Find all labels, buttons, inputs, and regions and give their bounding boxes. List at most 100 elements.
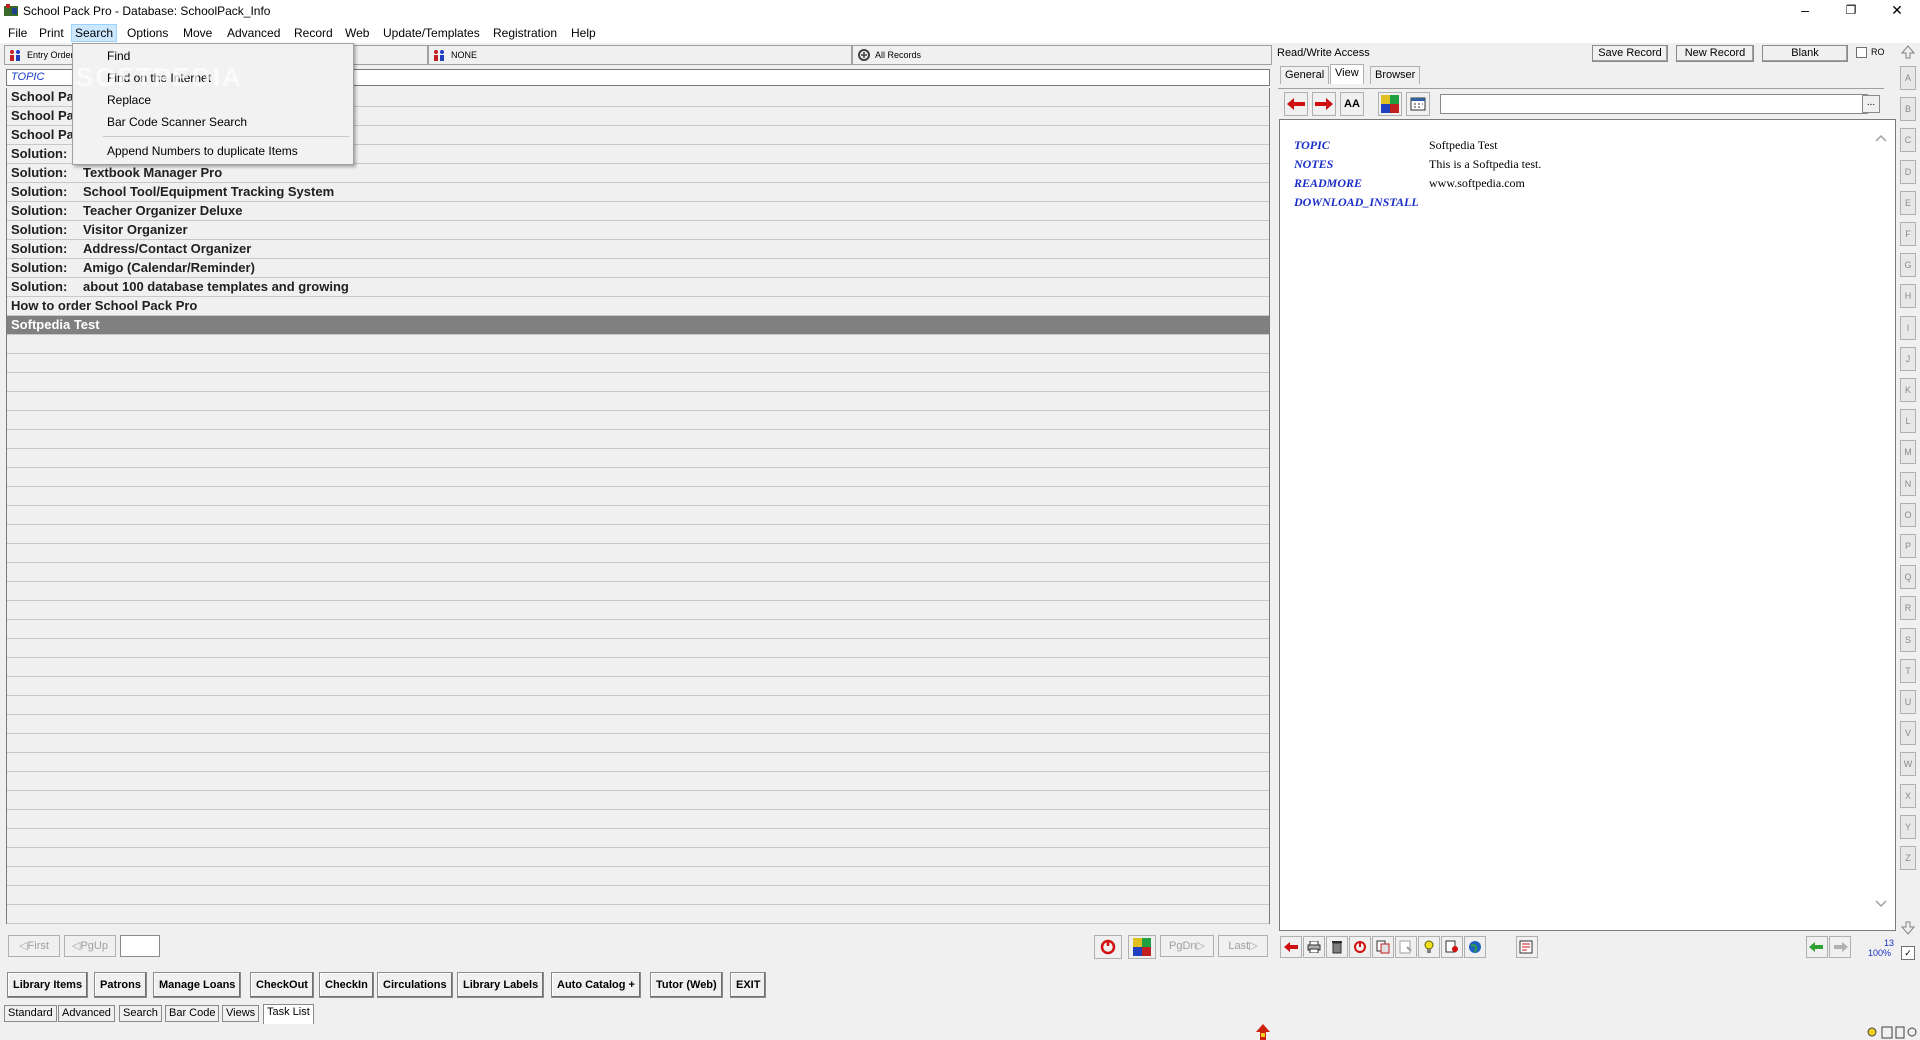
alpha-index-x[interactable]: X [1900, 783, 1916, 808]
back-button[interactable] [1280, 936, 1302, 958]
restore-button[interactable]: ❐ [1828, 0, 1874, 22]
read-only-checkbox[interactable] [1856, 47, 1867, 58]
pgdn-button[interactable]: PgDn▷ [1160, 935, 1214, 957]
empty-row[interactable] [7, 582, 1269, 601]
previous-record-button[interactable] [1284, 92, 1308, 116]
tab-search[interactable]: Search [119, 1005, 162, 1022]
first-button[interactable]: ◁First [8, 935, 60, 957]
paste-record-button[interactable] [1395, 936, 1417, 958]
checkin-button[interactable]: CheckIn [319, 972, 374, 998]
alpha-index-g[interactable]: G [1900, 253, 1916, 278]
menu-move[interactable]: Move [180, 24, 215, 42]
detail-scrollbar[interactable] [1873, 130, 1891, 910]
record-field-input[interactable] [1440, 94, 1868, 114]
scroll-down-icon[interactable] [1875, 900, 1887, 908]
empty-row[interactable] [7, 411, 1269, 430]
scroll-top-icon[interactable] [1900, 44, 1916, 60]
undo-button[interactable] [1349, 936, 1371, 958]
list-item[interactable]: Solution: Teacher Organizer Deluxe [7, 202, 1269, 221]
scroll-bottom-icon[interactable] [1900, 920, 1916, 936]
list-item[interactable]: Solution: Visitor Organizer [7, 221, 1269, 240]
empty-row[interactable] [7, 601, 1269, 620]
menu-file[interactable]: File [5, 24, 30, 42]
alpha-index-h[interactable]: H [1900, 284, 1916, 309]
empty-row[interactable] [7, 829, 1269, 848]
group-selector[interactable]: NONE [428, 45, 852, 65]
manage-loans-button[interactable]: Manage Loans [153, 972, 242, 998]
empty-row[interactable] [7, 392, 1269, 411]
alpha-index-p[interactable]: P [1900, 534, 1916, 558]
menu-web[interactable]: Web [342, 24, 372, 42]
empty-row[interactable] [7, 449, 1269, 468]
tab-task-list[interactable]: Task List [263, 1004, 314, 1024]
pgup-button[interactable]: ◁PgUp [64, 935, 116, 957]
save-record-button[interactable]: Save Record [1592, 45, 1668, 62]
empty-row[interactable] [7, 696, 1269, 715]
alpha-index-s[interactable]: S [1900, 627, 1916, 652]
tab-advanced[interactable]: Advanced [58, 1005, 115, 1022]
scope-selector[interactable]: All Records [852, 45, 1272, 65]
empty-row[interactable] [7, 544, 1269, 563]
alpha-index-a[interactable]: A [1900, 66, 1916, 90]
abc-blocks-button[interactable] [1128, 935, 1156, 959]
menu-advanced[interactable]: Advanced [224, 24, 283, 42]
alpha-index-t[interactable]: T [1900, 658, 1916, 683]
more-button[interactable]: ... [1862, 95, 1880, 113]
web-button[interactable] [1464, 936, 1486, 958]
empty-row[interactable] [7, 886, 1269, 905]
empty-row[interactable] [7, 506, 1269, 525]
alpha-index-k[interactable]: K [1900, 378, 1916, 402]
new-record-button[interactable]: New Record [1676, 45, 1754, 62]
alpha-index-r[interactable]: R [1900, 596, 1916, 621]
scroll-up-icon[interactable] [1875, 134, 1887, 142]
next-record-button[interactable] [1312, 92, 1336, 116]
export-button[interactable] [1516, 936, 1538, 958]
alpha-index-e[interactable]: E [1900, 190, 1916, 215]
checkout-button[interactable]: CheckOut [250, 972, 314, 998]
menu-item-append-numbers[interactable]: Append Numbers to duplicate Items [107, 144, 298, 158]
empty-row[interactable] [7, 734, 1269, 753]
exit-button[interactable]: EXIT [730, 972, 767, 998]
font-size-button[interactable]: AA [1340, 92, 1364, 116]
alpha-index-i[interactable]: I [1900, 315, 1916, 340]
auto-catalog-button[interactable]: Auto Catalog + [551, 972, 641, 998]
empty-row[interactable] [7, 848, 1269, 867]
delete-button[interactable] [1326, 936, 1348, 958]
field-value-topic[interactable]: Softpedia Test [1429, 138, 1498, 153]
tab-standard[interactable]: Standard [4, 1005, 57, 1022]
tutor-web-button[interactable]: Tutor (Web) [650, 972, 723, 998]
goto-record-input[interactable] [120, 935, 160, 957]
empty-row[interactable] [7, 810, 1269, 829]
tab-general[interactable]: General [1280, 66, 1330, 84]
tab-view[interactable]: View [1330, 64, 1364, 84]
last-button[interactable]: Last▷ [1218, 935, 1268, 957]
tip-button[interactable] [1418, 936, 1440, 958]
menu-item-bar-code-search[interactable]: Bar Code Scanner Search [107, 115, 247, 129]
tab-views[interactable]: Views [222, 1005, 260, 1022]
alpha-index-v[interactable]: V [1900, 721, 1916, 746]
empty-row[interactable] [7, 354, 1269, 373]
alpha-index-b[interactable]: B [1900, 97, 1916, 122]
calendar-button[interactable] [1406, 92, 1430, 116]
empty-row[interactable] [7, 772, 1269, 791]
alpha-index-y[interactable]: Y [1900, 814, 1916, 839]
empty-row[interactable] [7, 658, 1269, 677]
alpha-index-f[interactable]: F [1900, 222, 1916, 246]
menu-options[interactable]: Options [124, 24, 171, 42]
list-item[interactable]: How to order School Pack Pro [7, 297, 1269, 316]
menu-registration[interactable]: Registration [490, 24, 560, 42]
alpha-index-w[interactable]: W [1900, 752, 1916, 777]
empty-row[interactable] [7, 753, 1269, 772]
menu-update-templates[interactable]: Update/Templates [380, 24, 483, 42]
attach-button[interactable] [1441, 936, 1463, 958]
minimize-button[interactable]: – [1782, 0, 1828, 22]
alpha-index-d[interactable]: D [1900, 159, 1916, 184]
library-items-button[interactable]: Library Items [7, 972, 89, 998]
list-item[interactable]: Solution: about 100 database templates an… [7, 278, 1269, 297]
refresh-button[interactable] [1094, 935, 1122, 959]
print-button[interactable] [1303, 936, 1325, 958]
empty-row[interactable] [7, 639, 1269, 658]
alpha-index-o[interactable]: O [1900, 502, 1916, 527]
alpha-index-j[interactable]: J [1900, 346, 1916, 371]
alpha-index-l[interactable]: L [1900, 409, 1916, 434]
